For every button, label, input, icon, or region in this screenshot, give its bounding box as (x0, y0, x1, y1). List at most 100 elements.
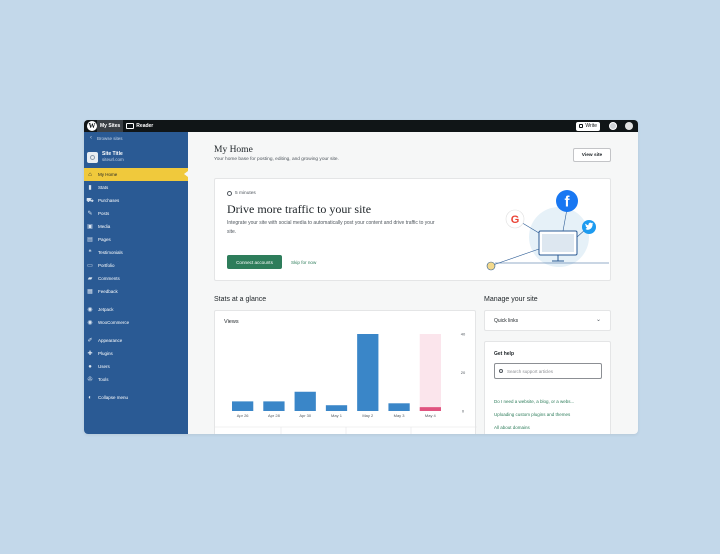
collapse-menu-label: Collapse menu (98, 395, 129, 400)
search-icon (499, 369, 503, 373)
my-sites-link[interactable]: My Sites (97, 120, 124, 132)
jetpack-icon: ◉ (87, 307, 93, 313)
support-search[interactable] (494, 363, 602, 379)
sidebar-item-label: Users (98, 364, 110, 369)
y-tick-label: 20 (461, 370, 466, 375)
app-window: W My Sites Reader Write ‹ Browse sites Si… (84, 120, 638, 434)
google-glyph: G (511, 214, 520, 226)
chart-bar[interactable] (294, 391, 316, 411)
monitor-screen (542, 234, 574, 252)
x-tick-label: Apr 30 (299, 413, 312, 418)
page-icon: ▤ (87, 237, 93, 243)
sidebar-item-jetpack[interactable]: ◉ Jetpack (84, 303, 188, 316)
sidebar-item-label: Posts (98, 211, 110, 216)
dot-icon (486, 261, 496, 271)
chart-bar[interactable] (388, 403, 410, 411)
sidebar-item-comments[interactable]: ▰ Comments (84, 272, 188, 285)
pin-icon: ✎ (87, 211, 93, 217)
stats-heading: Stats at a glance (214, 296, 267, 303)
sidebar-item-appearance[interactable]: ✐ Appearance (84, 334, 188, 347)
sidebar-item-testimonials[interactable]: ❝ Testimonials (84, 246, 188, 259)
time-estimate: 5 minutes (227, 191, 256, 196)
woo-icon: ◉ (87, 320, 93, 326)
feedback-icon: ▦ (87, 289, 93, 295)
sidebar-item-label: Media (98, 224, 111, 229)
sidebar-item-tools[interactable]: ✇ Tools (84, 373, 188, 386)
view-site-button[interactable]: View site (573, 148, 611, 162)
sidebar-item-stats[interactable]: ▮ Stats (84, 181, 188, 194)
sidebar-item-label: Jetpack (98, 307, 114, 312)
chevron-left-icon: ‹ (90, 135, 92, 141)
clock-icon (227, 191, 232, 196)
connect-accounts-button[interactable]: Connect accounts (227, 255, 282, 269)
time-label: 5 minutes (235, 191, 256, 196)
manage-heading: Manage your site (484, 296, 538, 303)
sidebar-item-media[interactable]: ▣ Media (84, 220, 188, 233)
reader-label: Reader (136, 123, 154, 129)
notifications-icon[interactable] (625, 122, 633, 130)
traffic-card: 5 minutes Drive more traffic to your sit… (214, 178, 611, 281)
sidebar-item-label: Comments (98, 276, 120, 281)
sidebar-item-woocommerce[interactable]: ◉ WooCommerce (84, 316, 188, 329)
get-help-card: Get help Do I need a website, a blog, or… (484, 341, 611, 434)
sidebar-item-posts[interactable]: ✎ Posts (84, 207, 188, 220)
browse-sites-link[interactable]: ‹ Browse sites (84, 132, 188, 144)
sidebar: ‹ Browse sites Site Title siteurl.com ⌂ My… (84, 132, 188, 434)
sidebar-item-label: Testimonials (98, 250, 123, 255)
chart-bar[interactable] (419, 407, 441, 411)
sidebar-item-label: Purchases (98, 198, 120, 203)
x-tick-label: May 2 (362, 413, 374, 418)
traffic-card-title: Drive more traffic to your site (227, 202, 372, 216)
wordpress-logo-icon[interactable]: W (87, 121, 97, 131)
write-label: Write (585, 123, 597, 129)
sidebar-item-plugins[interactable]: ✚ Plugins (84, 347, 188, 360)
site-icon (87, 151, 98, 163)
browse-sites-label: Browse sites (97, 135, 123, 141)
sidebar-item-purchases[interactable]: ⛟ Purchases (84, 194, 188, 207)
sidebar-item-label: WooCommerce (98, 320, 130, 325)
sidebar-item-users[interactable]: ● Users (84, 360, 188, 373)
write-button[interactable]: Write (576, 121, 600, 131)
help-link[interactable]: All about domains (494, 425, 530, 430)
sidebar-item-feedback[interactable]: ▦ Feedback (84, 285, 188, 298)
help-link[interactable]: Uploading custom plugins and themes (494, 412, 570, 417)
quick-links-toggle[interactable]: Quick links ⌄ (484, 310, 611, 331)
collapse-menu-button[interactable]: ◐ Collapse menu (84, 391, 188, 404)
sidebar-item-label: Plugins (98, 351, 113, 356)
chart-bar[interactable] (357, 334, 379, 411)
site-switcher[interactable]: Site Title siteurl.com (84, 146, 188, 168)
x-tick-label: Apr 28 (268, 413, 281, 418)
sidebar-item-pages[interactable]: ▤ Pages (84, 233, 188, 246)
bar-highlight-background (419, 334, 441, 411)
folder-icon: ▭ (87, 263, 93, 269)
views-chart: Apr 26 Apr 28 Apr 30 May 1 May 2 May 3 May 4 40… (215, 332, 477, 434)
sidebar-item-label: My Home (98, 172, 118, 177)
social-illustration: f G (486, 190, 609, 271)
sidebar-item-my-home[interactable]: ⌂ My Home (84, 168, 188, 181)
illustration-connector (492, 248, 540, 266)
x-tick-label: May 1 (331, 413, 343, 418)
collapse-icon: ◐ (88, 394, 92, 401)
wrench-icon: ✇ (87, 377, 93, 383)
chart-bar[interactable] (263, 401, 285, 411)
comment-icon: ▰ (87, 276, 93, 282)
search-input[interactable] (507, 368, 597, 374)
site-url: siteurl.com (102, 157, 124, 162)
x-tick-label: May 3 (394, 413, 406, 418)
skip-for-now-link[interactable]: Skip for now (291, 255, 316, 269)
page-title: My Home (214, 145, 253, 155)
y-tick-label: 0 (462, 409, 465, 414)
chart-bar[interactable] (232, 401, 254, 411)
get-help-title: Get help (494, 351, 515, 357)
x-tick-label: May 4 (425, 413, 437, 418)
reader-link[interactable]: Reader (123, 120, 156, 132)
sidebar-item-label: Tools (98, 377, 109, 382)
sidebar-menu: ⌂ My Home ▮ Stats ⛟ Purchases ✎ Posts ▣ Media… (84, 168, 188, 404)
reader-icon (126, 123, 135, 129)
chevron-down-icon: ⌄ (595, 317, 601, 323)
sidebar-item-portfolio[interactable]: ▭ Portfolio (84, 259, 188, 272)
avatar[interactable] (609, 122, 617, 130)
help-link[interactable]: Do I need a website, a blog, or a webs..… (494, 399, 574, 404)
cart-icon: ⛟ (86, 197, 94, 204)
chart-bar[interactable] (325, 405, 348, 411)
